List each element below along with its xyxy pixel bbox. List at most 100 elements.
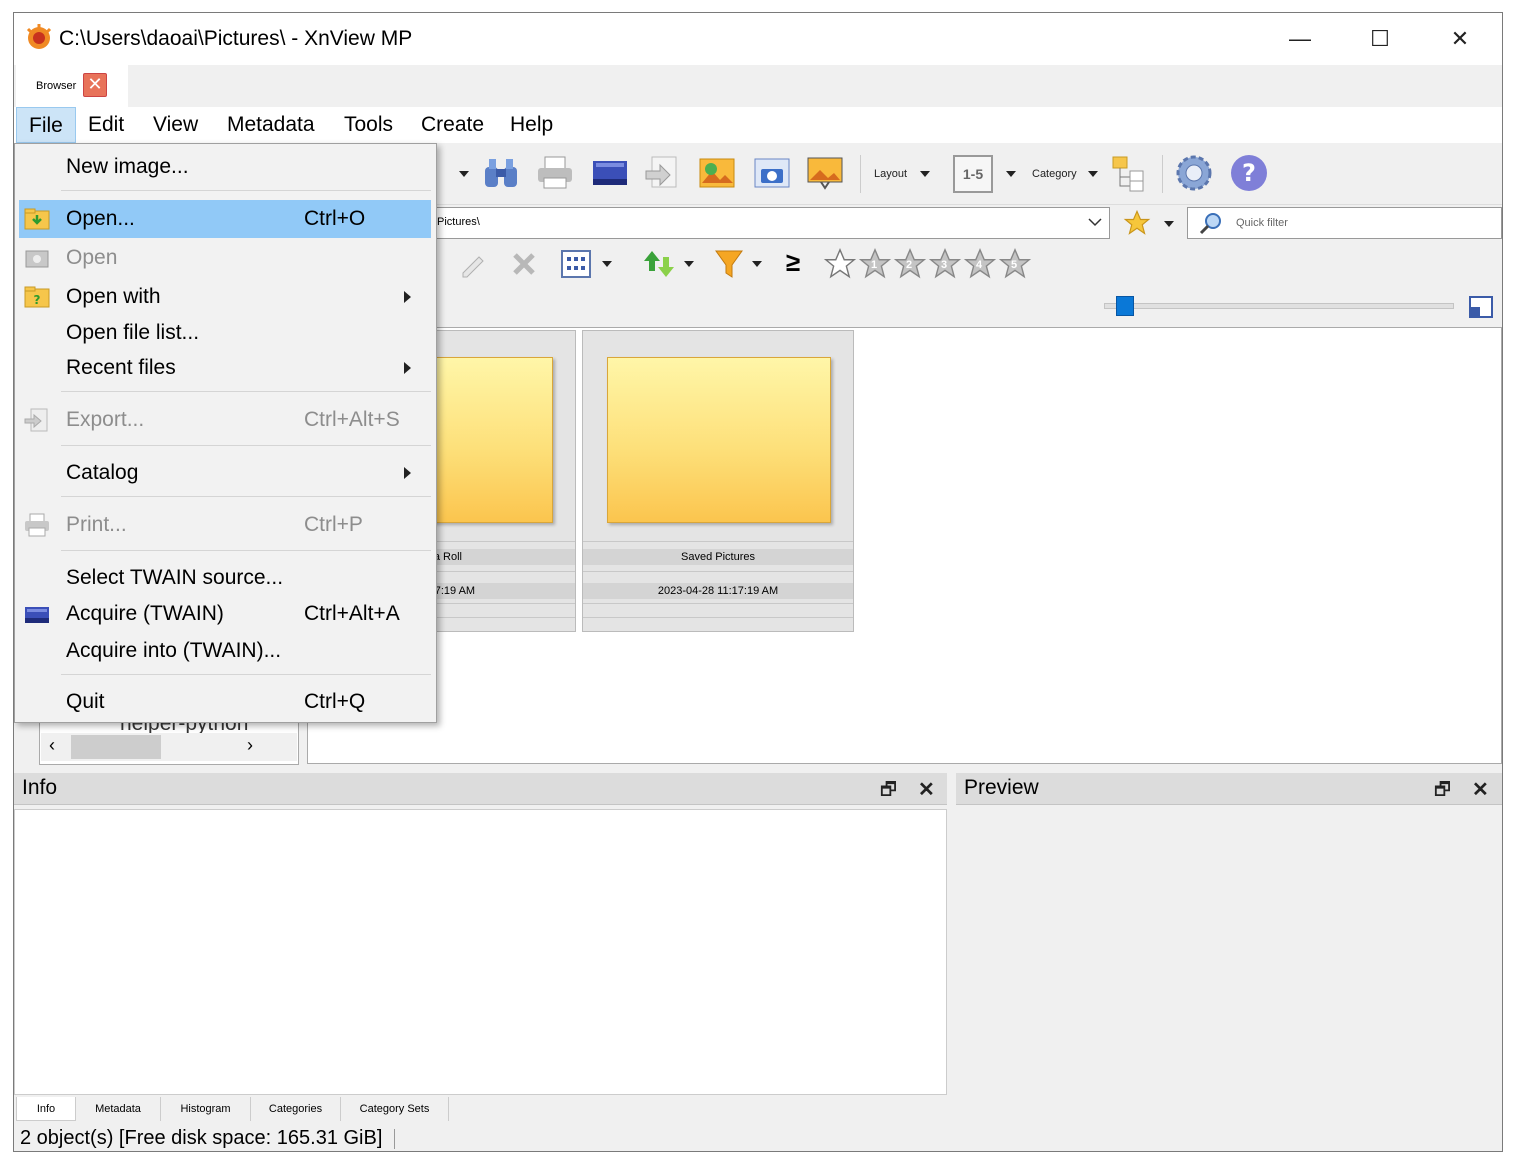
- scrollbar-thumb[interactable]: [71, 735, 161, 759]
- export-disabled-icon: [24, 408, 48, 432]
- star-empty-icon[interactable]: [822, 247, 858, 281]
- chevron-down-icon[interactable]: [1088, 217, 1102, 227]
- menu-item-select-twain[interactable]: Select TWAIN source...: [19, 559, 431, 597]
- delete-icon[interactable]: [509, 249, 539, 279]
- star-2-icon[interactable]: 2: [892, 247, 928, 281]
- scroll-right-icon[interactable]: ›: [247, 735, 253, 756]
- preview-panel-title: Preview: [964, 776, 1039, 799]
- path-input[interactable]: Pictures\: [434, 207, 1110, 239]
- menu-help[interactable]: Help: [498, 107, 565, 143]
- filter-funnel-icon[interactable]: [714, 247, 744, 281]
- favorite-star-icon[interactable]: [1122, 209, 1152, 237]
- tab-category-sets[interactable]: Category Sets: [341, 1097, 449, 1121]
- title-bar: C:\Users\daoai\Pictures\ - XnView MP — ☐…: [14, 13, 1502, 65]
- close-panel-icon[interactable]: ✕: [918, 777, 935, 802]
- menu-item-open[interactable]: Open: [19, 239, 431, 277]
- info-panel-body: [14, 809, 947, 1095]
- camera-icon[interactable]: [752, 153, 792, 193]
- menu-item-quit[interactable]: Quit Ctrl+Q: [19, 683, 431, 721]
- print-disabled-icon: [25, 513, 49, 537]
- slideshow-image-icon[interactable]: [697, 153, 737, 193]
- menu-item-print[interactable]: Print... Ctrl+P: [19, 506, 431, 544]
- thumbnail-browser: nera Roll 8 11:17:19 AM Saved Pictures 2…: [304, 327, 1502, 764]
- zoom-slider-handle[interactable]: [1116, 296, 1134, 316]
- tab-histogram[interactable]: Histogram: [161, 1097, 251, 1121]
- rating-filter-icon[interactable]: 1-5: [953, 155, 993, 193]
- svg-text:?: ?: [1242, 159, 1256, 187]
- sort-arrows-icon[interactable]: [642, 247, 676, 281]
- info-panel-header: Info 🗗 ✕: [14, 773, 947, 805]
- tab-metadata[interactable]: Metadata: [76, 1097, 161, 1121]
- rating-compare-icon[interactable]: ≥: [786, 247, 800, 278]
- rating-caret-icon[interactable]: [1006, 171, 1016, 177]
- star-number: 4: [976, 259, 983, 271]
- edit-pencil-icon[interactable]: [459, 249, 489, 279]
- tab-close-icon[interactable]: ✕: [83, 73, 107, 97]
- menu-item-new-image[interactable]: New image...: [19, 148, 431, 186]
- grid-view-icon[interactable]: [560, 248, 592, 280]
- print-icon[interactable]: [535, 153, 575, 193]
- zoom-slider-track[interactable]: [1104, 303, 1454, 309]
- menu-item-acquire-twain[interactable]: Acquire (TWAIN) Ctrl+Alt+A: [19, 595, 431, 633]
- thumbnail-item[interactable]: Saved Pictures 2023-04-28 11:17:19 AM: [582, 330, 854, 632]
- menu-edit[interactable]: Edit: [76, 107, 136, 143]
- category-label[interactable]: Category: [1032, 168, 1077, 180]
- help-icon[interactable]: ?: [1229, 153, 1269, 193]
- menu-file[interactable]: File: [16, 107, 76, 143]
- tab-info[interactable]: Info: [16, 1097, 76, 1121]
- app-window: C:\Users\daoai\Pictures\ - XnView MP — ☐…: [13, 12, 1503, 1152]
- favorites-caret-icon[interactable]: [1164, 221, 1174, 227]
- star-number: 3: [941, 259, 948, 271]
- menu-view[interactable]: View: [141, 107, 210, 143]
- star-number: 1: [871, 259, 878, 271]
- scanner-icon: [25, 607, 49, 623]
- info-panel: Info 🗗 ✕: [14, 773, 947, 1138]
- menu-item-open-file-list[interactable]: Open file list...: [19, 314, 431, 352]
- close-button[interactable]: ✕: [1420, 13, 1500, 65]
- menu-item-catalog[interactable]: Catalog: [19, 454, 431, 492]
- open-folder-icon: [24, 208, 50, 230]
- menu-item-open-with[interactable]: ? Open with: [19, 278, 431, 316]
- star-4-icon[interactable]: 4: [962, 247, 998, 281]
- binoculars-icon[interactable]: [481, 153, 521, 193]
- dropdown-caret-icon[interactable]: [459, 171, 469, 177]
- menu-metadata[interactable]: Metadata: [215, 107, 327, 143]
- star-5-icon[interactable]: 5: [997, 247, 1033, 281]
- maximize-button[interactable]: ☐: [1340, 13, 1420, 65]
- layout-label[interactable]: Layout: [874, 168, 907, 180]
- menu-tools[interactable]: Tools: [332, 107, 405, 143]
- layout-caret-icon[interactable]: [920, 171, 930, 177]
- float-panel-icon[interactable]: 🗗: [880, 777, 897, 807]
- scanner-icon[interactable]: [590, 153, 630, 193]
- tab-categories[interactable]: Categories: [251, 1097, 341, 1121]
- submenu-arrow-icon: [404, 362, 411, 374]
- close-panel-icon[interactable]: ✕: [1472, 777, 1489, 802]
- minimize-button[interactable]: —: [1260, 13, 1340, 65]
- menu-item-open-dialog[interactable]: Open... Ctrl+O: [19, 200, 431, 238]
- gear-icon[interactable]: [1174, 153, 1214, 193]
- scroll-left-icon[interactable]: ‹: [49, 735, 55, 756]
- window-title: C:\Users\daoai\Pictures\ - XnView MP: [59, 27, 413, 50]
- menu-create[interactable]: Create: [409, 107, 496, 143]
- category-caret-icon[interactable]: [1088, 171, 1098, 177]
- star-3-icon[interactable]: 3: [927, 247, 963, 281]
- export-icon[interactable]: [642, 153, 682, 193]
- sort-caret-icon[interactable]: [684, 261, 694, 267]
- filter-caret-icon[interactable]: [752, 261, 762, 267]
- tab-browser[interactable]: Browser ✕: [16, 65, 128, 107]
- tree-horizontal-scrollbar[interactable]: ‹ ›: [41, 733, 297, 761]
- menu-item-acquire-into[interactable]: Acquire into (TWAIN)...: [19, 632, 431, 670]
- quick-filter-field[interactable]: Quick filter: [1187, 207, 1502, 239]
- folder-tree-icon[interactable]: [1111, 153, 1151, 193]
- menu-item-recent-files[interactable]: Recent files: [19, 349, 431, 387]
- submenu-arrow-icon: [404, 467, 411, 479]
- open-disabled-icon: [25, 250, 49, 268]
- presentation-icon[interactable]: [805, 153, 845, 193]
- file-menu-dropdown: New image... Open... Ctrl+O Open ? Open w…: [14, 143, 437, 723]
- view-caret-icon[interactable]: [602, 261, 612, 267]
- fit-view-icon[interactable]: [1468, 295, 1494, 319]
- menu-item-export[interactable]: Export... Ctrl+Alt+S: [19, 401, 431, 439]
- float-panel-icon[interactable]: 🗗: [1434, 777, 1451, 807]
- star-1-icon[interactable]: 1: [857, 247, 893, 281]
- toolbar-separator: [860, 155, 861, 193]
